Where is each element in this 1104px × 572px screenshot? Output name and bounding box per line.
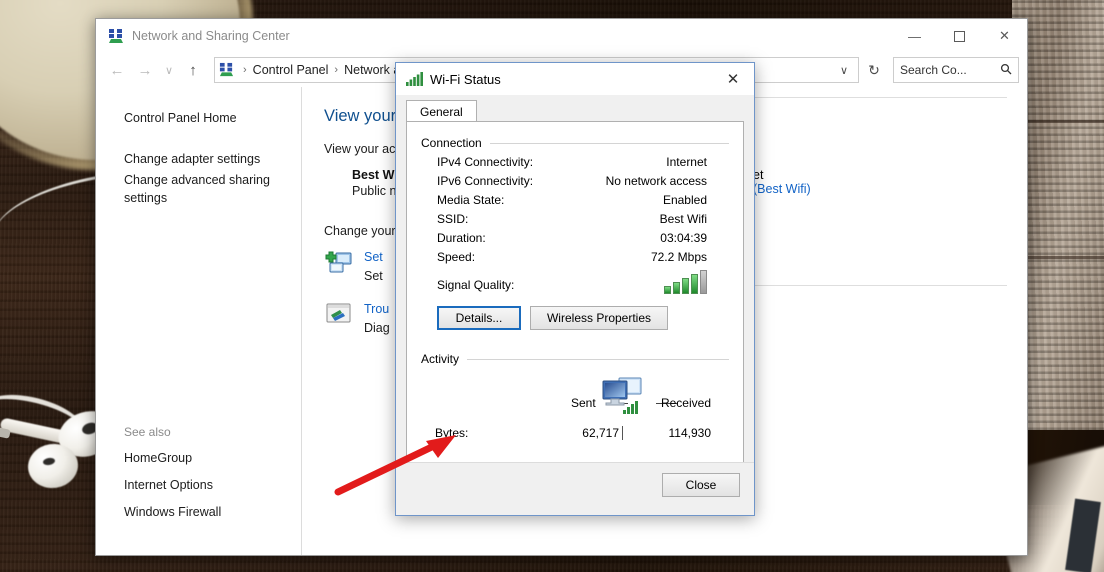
dialog-close-icon[interactable]: ✕ bbox=[712, 63, 754, 95]
row-value: Internet bbox=[666, 155, 707, 169]
two-computers-icon bbox=[597, 376, 649, 422]
connection-group-header: Connection bbox=[421, 136, 729, 150]
sidebar-item-control-panel-home[interactable]: Control Panel Home bbox=[124, 109, 284, 127]
row-duration: Duration: 03:04:39 bbox=[421, 231, 729, 245]
wireless-properties-button[interactable]: Wireless Properties bbox=[530, 306, 668, 330]
network-sharing-icon bbox=[108, 28, 124, 44]
activity-group-label: Activity bbox=[421, 352, 460, 366]
row-signal-quality: Signal Quality: bbox=[421, 270, 729, 294]
refresh-button[interactable]: ↻ bbox=[861, 58, 887, 82]
sidebar-item-windows-firewall[interactable]: Windows Firewall bbox=[124, 503, 284, 521]
row-ipv4-connectivity: IPv4 Connectivity: Internet bbox=[421, 155, 729, 169]
wifi-status-dialog: Wi-Fi Status ✕ General Connection IPv4 C… bbox=[395, 62, 755, 516]
connection-info: et (Best Wifi) bbox=[753, 168, 1003, 198]
minimize-button[interactable]: — bbox=[892, 19, 937, 53]
row-media-state: Media State: Enabled bbox=[421, 193, 729, 207]
task-description: Diag bbox=[364, 321, 390, 335]
signal-quality-label: Signal Quality: bbox=[437, 278, 515, 292]
row-key: Speed: bbox=[437, 250, 476, 264]
search-input[interactable]: Search Co... bbox=[893, 57, 1019, 83]
row-value: 03:04:39 bbox=[660, 231, 707, 245]
row-value: No network access bbox=[605, 174, 707, 188]
close-button[interactable]: ✕ bbox=[982, 19, 1027, 53]
see-also-section: See also HomeGroup Internet Options Wind… bbox=[124, 425, 294, 530]
sidebar: Control Panel Home Change adapter settin… bbox=[96, 87, 301, 555]
back-button[interactable]: ← bbox=[104, 57, 130, 83]
group-divider bbox=[467, 358, 729, 360]
task-title[interactable]: Set bbox=[364, 250, 383, 265]
new-connection-icon bbox=[324, 250, 354, 278]
task-description: Set bbox=[364, 269, 383, 283]
window-title-bar: Network and Sharing Center — ✕ bbox=[96, 19, 1027, 53]
row-ssid: SSID: Best Wifi bbox=[421, 212, 729, 226]
troubleshoot-icon bbox=[324, 302, 354, 330]
window-title: Network and Sharing Center bbox=[132, 29, 290, 43]
breadcrumb-network[interactable]: Network a bbox=[344, 63, 400, 77]
close-dialog-button[interactable]: Close bbox=[662, 473, 740, 497]
row-speed: Speed: 72.2 Mbps bbox=[421, 250, 729, 264]
search-placeholder: Search Co... bbox=[900, 63, 967, 77]
dialog-title-bar: Wi-Fi Status ✕ bbox=[396, 63, 754, 95]
row-key: Duration: bbox=[437, 231, 486, 245]
breadcrumb-separator: › bbox=[243, 64, 247, 76]
general-tab-page: Connection IPv4 Connectivity: Internet I… bbox=[406, 121, 744, 505]
row-key: IPv6 Connectivity: bbox=[437, 174, 534, 188]
connections-link[interactable]: (Best Wifi) bbox=[753, 182, 1003, 196]
activity-tick bbox=[622, 426, 623, 440]
breadcrumb-control-panel[interactable]: Control Panel bbox=[253, 63, 329, 77]
sidebar-item-change-adapter-settings[interactable]: Change adapter settings bbox=[124, 150, 284, 168]
dialog-footer: Close bbox=[396, 462, 754, 515]
row-key: SSID: bbox=[437, 212, 469, 226]
connection-group-label: Connection bbox=[421, 136, 482, 150]
row-key: Media State: bbox=[437, 193, 505, 207]
breadcrumb-separator: › bbox=[334, 64, 339, 76]
bytes-received-value: 114,930 bbox=[668, 426, 712, 440]
group-divider bbox=[489, 142, 729, 144]
activity-panel: Sent Received Bytes: 62,717 114,930 bbox=[421, 374, 729, 466]
bytes-sent-value: 62,717 bbox=[582, 426, 619, 440]
up-button[interactable]: ↑ bbox=[180, 57, 206, 83]
bytes-label: Bytes: bbox=[435, 426, 469, 440]
chevron-down-icon[interactable]: ∨ bbox=[834, 64, 854, 77]
tab-strip: General bbox=[396, 95, 754, 124]
row-value: Enabled bbox=[662, 193, 707, 207]
forward-button[interactable]: → bbox=[132, 57, 158, 83]
maximize-button[interactable] bbox=[937, 19, 982, 53]
received-label: Received bbox=[660, 396, 711, 410]
see-also-heading: See also bbox=[124, 425, 171, 439]
row-ipv6-connectivity: IPv6 Connectivity: No network access bbox=[421, 174, 729, 188]
activity-group-header: Activity bbox=[421, 352, 729, 366]
row-value: Best Wifi bbox=[659, 212, 707, 226]
dialog-title: Wi-Fi Status bbox=[430, 71, 501, 87]
sidebar-item-internet-options[interactable]: Internet Options bbox=[124, 476, 284, 494]
network-sharing-icon bbox=[219, 62, 235, 78]
sent-label: Sent bbox=[571, 396, 596, 410]
signal-strength-icon bbox=[664, 270, 707, 294]
window-controls: — ✕ bbox=[892, 19, 1027, 53]
details-button[interactable]: Details... bbox=[437, 306, 521, 330]
sidebar-item-change-advanced-sharing-settings[interactable]: Change advanced sharing settings bbox=[124, 171, 284, 207]
recent-locations-button[interactable]: ∨ bbox=[160, 57, 178, 83]
task-title[interactable]: Trou bbox=[364, 302, 390, 317]
row-key: IPv4 Connectivity: bbox=[437, 155, 534, 169]
access-type-value: et bbox=[753, 168, 764, 182]
wifi-signal-icon bbox=[406, 72, 423, 86]
search-icon bbox=[1000, 63, 1012, 78]
connection-buttons: Details... Wireless Properties bbox=[421, 306, 729, 330]
row-value: 72.2 Mbps bbox=[650, 250, 707, 264]
sidebar-item-homegroup[interactable]: HomeGroup bbox=[124, 449, 284, 467]
